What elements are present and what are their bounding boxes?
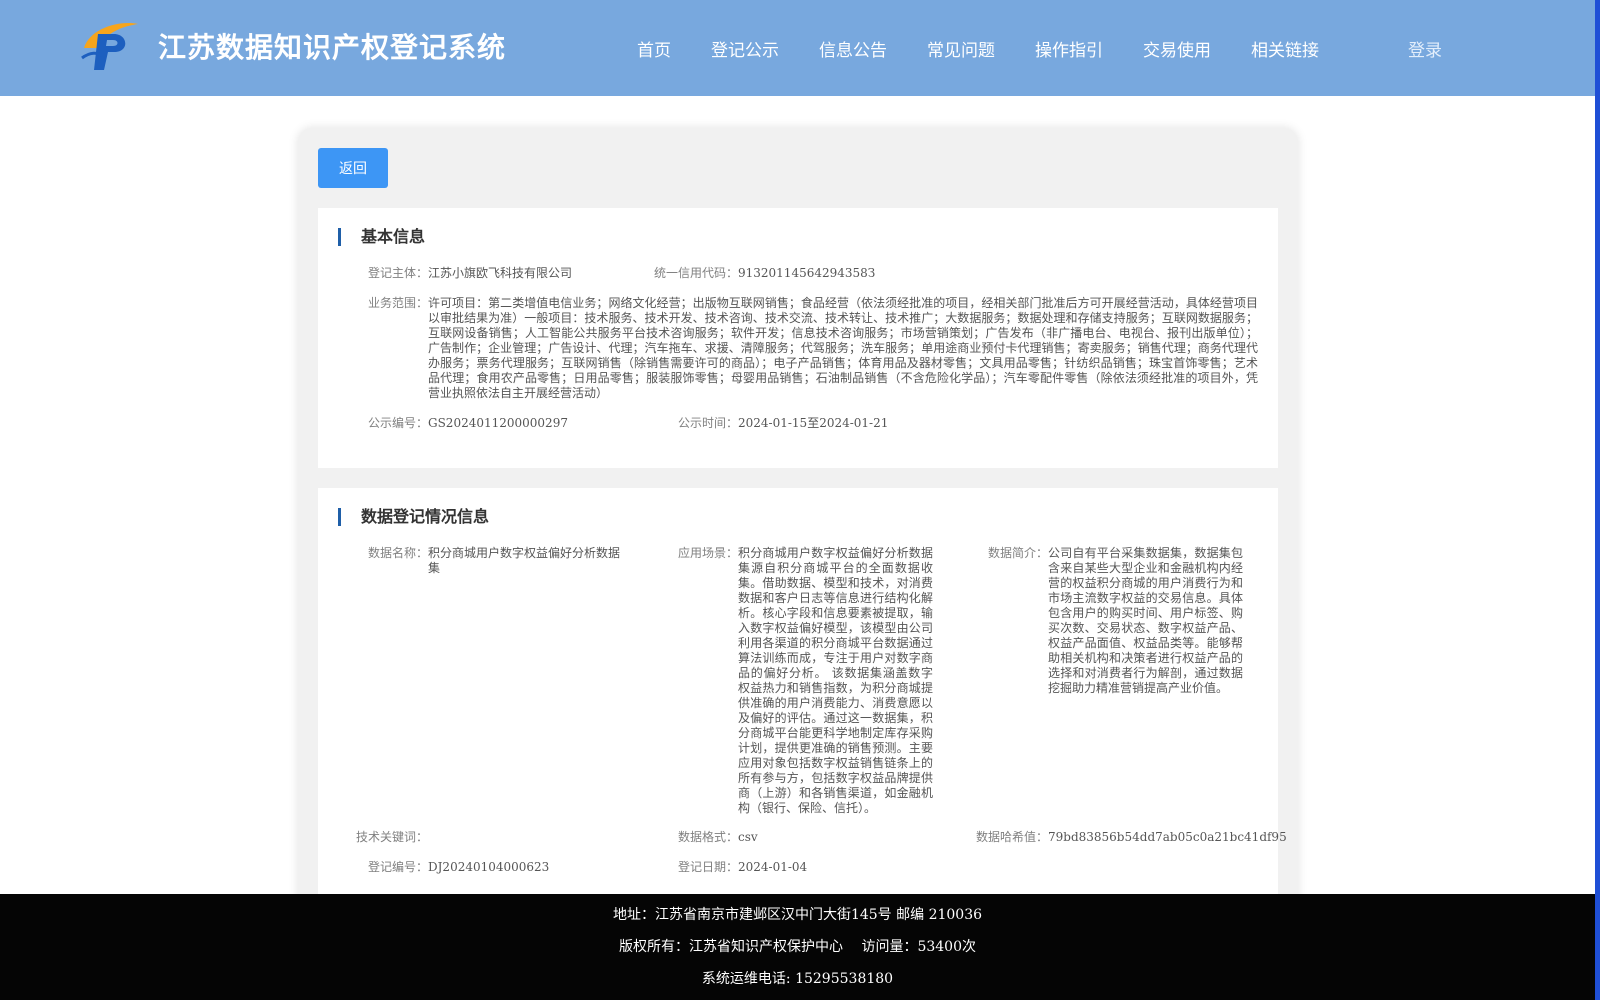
section-title-basic-info: 基本信息: [338, 228, 425, 246]
footer-phone: 系统运维电话: 15295538180: [701, 971, 894, 987]
nav-registration-notice[interactable]: 登记公示: [711, 36, 779, 61]
scene-value: 积分商城用户数字权益偏好分析数据集源自积分商城平台的全面数据收集。借助数据、模型…: [738, 546, 933, 815]
keyword-label: 技术关键词：: [355, 830, 428, 844]
nav-operation-guide[interactable]: 操作指引: [1035, 36, 1103, 61]
nav-info-announcement[interactable]: 信息公告: [819, 36, 887, 61]
top-header: 江苏数据知识产权登记系统 首页 登记公示 信息公告 常见问题 操作指引 交易使用…: [0, 0, 1595, 96]
entity-value: 江苏小旗欧飞科技有限公司: [428, 266, 573, 280]
intro-label: 数据简介：: [987, 546, 1048, 560]
data-name-value: 积分商城用户数字权益偏好分析数据集: [428, 546, 621, 575]
credit-code-value: 91320114564294358З: [738, 266, 876, 280]
reg-date-label: 登记日期：: [677, 860, 738, 874]
nav-home[interactable]: 首页: [637, 36, 671, 61]
login-link[interactable]: 登录: [1408, 36, 1442, 61]
page-footer: 地址：江苏省南京市建邺区汉中门大街145号 邮编 210036 版权所有：江苏省…: [0, 894, 1595, 1000]
scope-value: 许可项目：第二类增值电信业务；网络文化经营；出版物互联网销售；食品经营（依法须经…: [428, 296, 1258, 400]
nav-faq[interactable]: 常见问题: [927, 36, 995, 61]
section-title-data-info: 数据登记情况信息: [338, 508, 489, 526]
reg-no-value: DJ20240104000623: [428, 860, 550, 874]
nav-trade-usage[interactable]: 交易使用: [1143, 36, 1211, 61]
reg-date-value: 2024-01-04: [738, 860, 808, 874]
back-button[interactable]: 返回: [318, 148, 388, 188]
notice-time-label: 公示时间：: [677, 416, 738, 430]
site-title[interactable]: 江苏数据知识产权登记系统: [158, 26, 506, 66]
notice-time-value: 2024-01-15至2024-01-21: [738, 416, 889, 430]
basic-info-panel: 基本信息 登记主体： 江苏小旗欧飞科技有限公司 统一信用代码： 91320114…: [318, 208, 1278, 468]
notice-no-value: GS2024011200000297: [428, 416, 568, 430]
data-name-label: 数据名称：: [367, 546, 428, 560]
data-info-panel: 数据登记情况信息 数据名称： 积分商城用户数字权益偏好分析数据集 应用场景： 积…: [318, 488, 1287, 908]
format-label: 数据格式：: [677, 830, 738, 844]
footer-address: 地址：江苏省南京市建邺区汉中门大街145号 邮编 210036: [612, 907, 983, 923]
reg-no-label: 登记编号：: [367, 860, 428, 874]
scope-label: 业务范围：: [367, 296, 428, 310]
scene-label: 应用场景：: [677, 546, 738, 560]
notice-no-label: 公示编号：: [367, 416, 428, 430]
hash-value: 79bd83856b54dd7ab05c0a21bc41df95: [1048, 830, 1287, 844]
hash-label: 数据哈希值：: [975, 830, 1048, 844]
ip-logo-icon[interactable]: [80, 18, 142, 72]
nav-related-links[interactable]: 相关链接: [1251, 36, 1319, 61]
scrollbar-edge: [1595, 0, 1600, 1000]
format-value: csv: [738, 830, 758, 844]
footer-copyright: 版权所有：江苏省知识产权保护中心 访问量：53400次: [619, 939, 976, 955]
intro-value: 公司自有平台采集数据集，数据集包含来自某些大型企业和金融机构内经营的权益积分商城…: [1048, 546, 1243, 695]
credit-code-label: 统一信用代码：: [653, 266, 738, 280]
entity-label: 登记主体：: [367, 266, 428, 280]
